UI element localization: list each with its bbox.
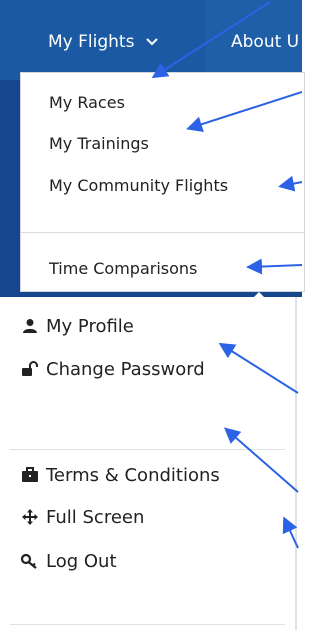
menu-divider: [10, 624, 285, 625]
user-menu-label: Terms & Conditions: [46, 464, 220, 486]
dropdown-item-my-community-flights[interactable]: My Community Flights: [49, 176, 228, 195]
user-menu-terms[interactable]: Terms & Conditions: [0, 455, 297, 495]
flights-dropdown: My Races My Trainings My Community Fligh…: [20, 72, 305, 292]
chevron-down-icon: [146, 33, 158, 53]
user-menu-label: Log Out: [46, 550, 117, 572]
nav-my-flights[interactable]: My Flights: [48, 32, 158, 54]
user-menu-panel: My Profile Change Password Terms & Condi…: [0, 297, 297, 630]
navbar: My Flights About U: [0, 0, 302, 80]
user-icon: [19, 316, 40, 337]
user-menu-label: My Profile: [46, 315, 134, 337]
user-menu-log-out[interactable]: Log Out: [0, 541, 297, 581]
dropdown-item-my-trainings[interactable]: My Trainings: [49, 134, 149, 153]
user-menu-label: Change Password: [46, 358, 205, 380]
nav-my-flights-label: My Flights: [48, 32, 135, 52]
flights-menu-panel: My Flights About U My Races My Trainings…: [0, 0, 305, 297]
key-icon: [19, 551, 40, 572]
user-menu-my-profile[interactable]: My Profile: [0, 306, 297, 346]
move-icon: [19, 507, 40, 528]
briefcase-icon: [19, 465, 40, 486]
menu-divider: [10, 449, 285, 450]
dropdown-item-time-comparisons[interactable]: Time Comparisons: [49, 259, 197, 278]
unlock-icon: [19, 359, 40, 380]
dropdown-item-my-races[interactable]: My Races: [49, 93, 125, 112]
dropdown-divider: [21, 232, 304, 233]
user-menu-label: Full Screen: [46, 506, 145, 528]
user-menu-change-password[interactable]: Change Password: [0, 349, 297, 389]
nav-about[interactable]: About U: [231, 32, 299, 52]
user-menu-full-screen[interactable]: Full Screen: [0, 497, 297, 537]
